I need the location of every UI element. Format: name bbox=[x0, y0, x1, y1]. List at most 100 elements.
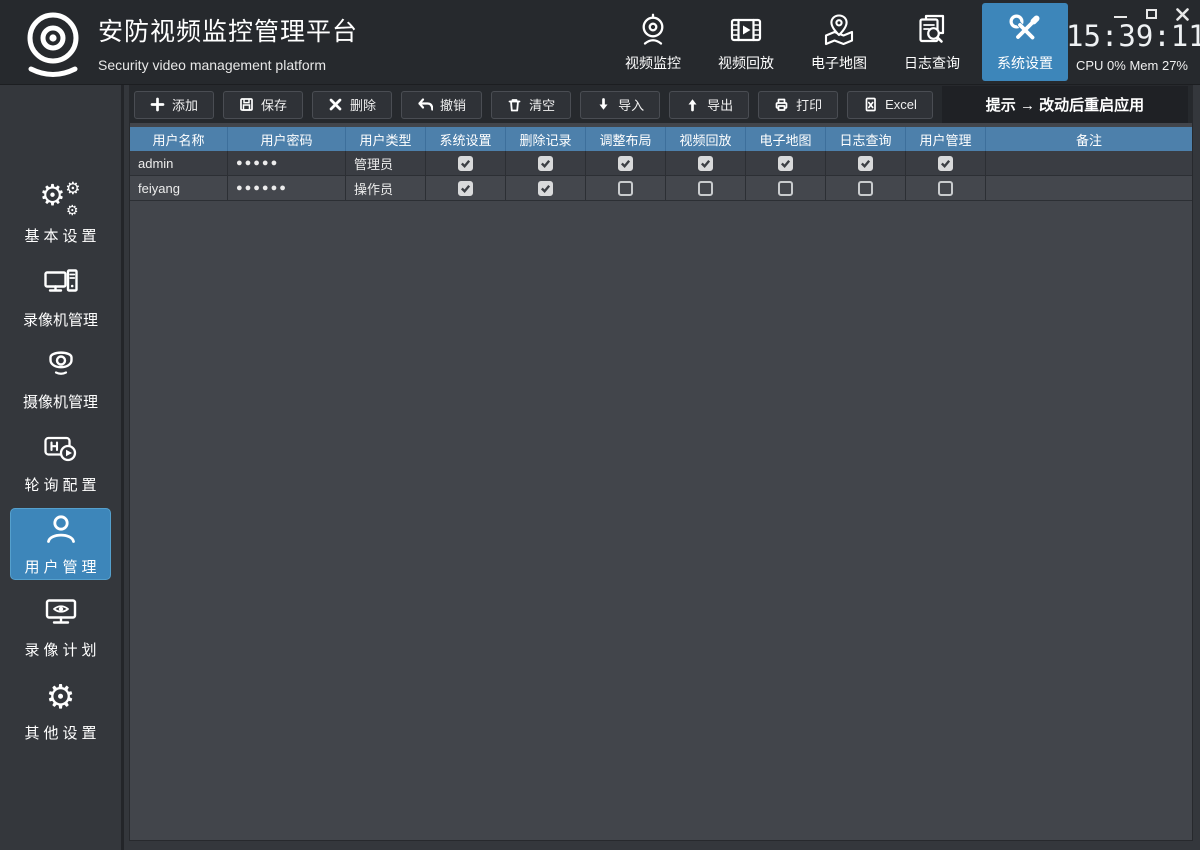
permission-cell bbox=[506, 176, 586, 200]
remark-cell[interactable] bbox=[986, 151, 1192, 175]
nav-item-emap[interactable]: 电子地图 bbox=[796, 3, 882, 81]
permission-cell bbox=[666, 176, 746, 200]
undo-icon bbox=[417, 97, 433, 112]
column-header-username: 用户名称 bbox=[130, 127, 228, 151]
delete-button[interactable]: 删除 bbox=[312, 91, 392, 119]
password-cell[interactable]: ●●●●● bbox=[228, 151, 346, 175]
sidebar-item-record-plan[interactable]: 录像计划 bbox=[10, 591, 111, 663]
permission-checkbox[interactable] bbox=[938, 156, 953, 171]
excel-icon bbox=[863, 97, 878, 112]
permission-checkbox[interactable] bbox=[538, 156, 553, 171]
sidebar-item-label: 基本设置 bbox=[24, 225, 100, 246]
sidebar-item-basic-settings[interactable]: ⚙⚙⚙ 基本设置 bbox=[10, 177, 111, 249]
permission-checkbox[interactable] bbox=[858, 181, 873, 196]
clear-button[interactable]: 清空 bbox=[491, 91, 571, 119]
permission-checkbox[interactable] bbox=[618, 156, 633, 171]
permission-checkbox[interactable] bbox=[778, 181, 793, 196]
nav-item-label: 视频监控 bbox=[625, 53, 681, 73]
column-header-user-management: 用户管理 bbox=[906, 127, 986, 151]
button-label: 删除 bbox=[350, 95, 376, 114]
clock: 15:39:11 bbox=[1066, 19, 1198, 53]
undo-button[interactable]: 撤销 bbox=[401, 91, 482, 119]
import-button[interactable]: 导入 bbox=[580, 91, 660, 119]
permission-checkbox[interactable] bbox=[618, 181, 633, 196]
excel-button[interactable]: Excel bbox=[847, 91, 933, 119]
button-label: 导入 bbox=[618, 95, 644, 114]
sidebar-item-nvr-management[interactable]: 录像机管理 bbox=[10, 261, 111, 333]
password-cell[interactable]: ●●●●●● bbox=[228, 176, 346, 200]
log-search-icon bbox=[914, 12, 950, 48]
column-header-adjust-layout: 调整布局 bbox=[586, 127, 666, 151]
sidebar-item-polling-config[interactable]: 轮询配置 bbox=[10, 426, 111, 498]
minimize-button[interactable] bbox=[1114, 16, 1127, 18]
map-pin-icon bbox=[821, 12, 857, 48]
sidebar-item-label: 录像机管理 bbox=[23, 309, 98, 330]
add-button[interactable]: 添加 bbox=[134, 91, 214, 119]
permission-checkbox[interactable] bbox=[938, 181, 953, 196]
nav-item-log-query[interactable]: 日志查询 bbox=[889, 3, 975, 81]
clock-block: 15:39:11 CPU 0% Mem 27% bbox=[1066, 19, 1198, 73]
permission-checkbox[interactable] bbox=[778, 156, 793, 171]
sidebar-item-label: 录像计划 bbox=[24, 639, 100, 660]
permission-cell bbox=[906, 176, 986, 200]
trash-icon bbox=[507, 97, 522, 112]
sidebar-item-user-management[interactable]: 用户管理 bbox=[10, 508, 111, 580]
nav-item-label: 系统设置 bbox=[997, 53, 1053, 73]
permission-checkbox[interactable] bbox=[538, 181, 553, 196]
main-nav: 视频监控 视频回放 bbox=[610, 3, 1068, 82]
column-header-usertype: 用户类型 bbox=[346, 127, 426, 151]
record-plan-icon bbox=[43, 594, 79, 632]
app-title: 安防视频监控管理平台 bbox=[98, 12, 358, 48]
polling-icon bbox=[43, 429, 79, 467]
dome-camera-icon bbox=[43, 346, 79, 384]
save-icon bbox=[239, 97, 254, 112]
titlebar: 安防视频监控管理平台 Security video management pla… bbox=[0, 0, 1200, 85]
export-button[interactable]: 导出 bbox=[669, 91, 749, 119]
save-button[interactable]: 保存 bbox=[223, 91, 303, 119]
button-label: 保存 bbox=[261, 95, 287, 114]
maximize-button[interactable] bbox=[1146, 9, 1157, 19]
sidebar-item-camera-management[interactable]: 摄像机管理 bbox=[10, 343, 111, 415]
webcam-icon bbox=[635, 12, 671, 48]
permission-cell bbox=[506, 151, 586, 175]
sidebar-item-other-settings[interactable]: ⚙ 其他设置 bbox=[10, 674, 111, 746]
permission-cell bbox=[666, 151, 746, 175]
app: { "window": { "title": "安防视频监控管理平台", "su… bbox=[0, 0, 1200, 850]
system-load: CPU 0% Mem 27% bbox=[1066, 58, 1198, 73]
title-block: 安防视频监控管理平台 Security video management pla… bbox=[98, 12, 358, 73]
username-cell[interactable]: feiyang bbox=[130, 176, 228, 200]
mem-usage: Mem 27% bbox=[1129, 58, 1188, 73]
nav-item-system-settings[interactable]: 系统设置 bbox=[982, 3, 1068, 81]
button-label: 清空 bbox=[529, 95, 555, 114]
permission-cell bbox=[746, 151, 826, 175]
usertype-cell[interactable]: 操作员 bbox=[346, 176, 426, 200]
permission-checkbox[interactable] bbox=[858, 156, 873, 171]
permission-cell bbox=[586, 151, 666, 175]
permission-cell bbox=[826, 151, 906, 175]
print-button[interactable]: 打印 bbox=[758, 91, 838, 119]
permission-checkbox[interactable] bbox=[458, 156, 473, 171]
column-header-remark: 备注 bbox=[986, 127, 1192, 151]
button-label: 添加 bbox=[172, 95, 198, 114]
permission-cell bbox=[746, 176, 826, 200]
x-icon bbox=[328, 97, 343, 112]
tools-icon bbox=[1007, 12, 1043, 48]
permission-cell bbox=[906, 151, 986, 175]
playback-icon bbox=[728, 12, 764, 48]
usertype-cell[interactable]: 管理员 bbox=[346, 151, 426, 175]
remark-cell[interactable] bbox=[986, 176, 1192, 200]
nav-item-label: 电子地图 bbox=[811, 53, 867, 73]
permission-checkbox[interactable] bbox=[698, 181, 713, 196]
username-cell[interactable]: admin bbox=[130, 151, 228, 175]
permission-checkbox[interactable] bbox=[698, 156, 713, 171]
nav-item-video-playback[interactable]: 视频回放 bbox=[703, 3, 789, 81]
column-header-video-playback: 视频回放 bbox=[666, 127, 746, 151]
permission-cell bbox=[426, 151, 506, 175]
button-label: Excel bbox=[885, 97, 917, 112]
nav-item-video-monitor[interactable]: 视频监控 bbox=[610, 3, 696, 81]
nav-item-label: 日志查询 bbox=[904, 53, 960, 73]
nav-item-label: 视频回放 bbox=[718, 53, 774, 73]
restart-hint: 提示 → 改动后重启应用 bbox=[942, 86, 1188, 123]
plus-icon bbox=[150, 97, 165, 112]
permission-checkbox[interactable] bbox=[458, 181, 473, 196]
